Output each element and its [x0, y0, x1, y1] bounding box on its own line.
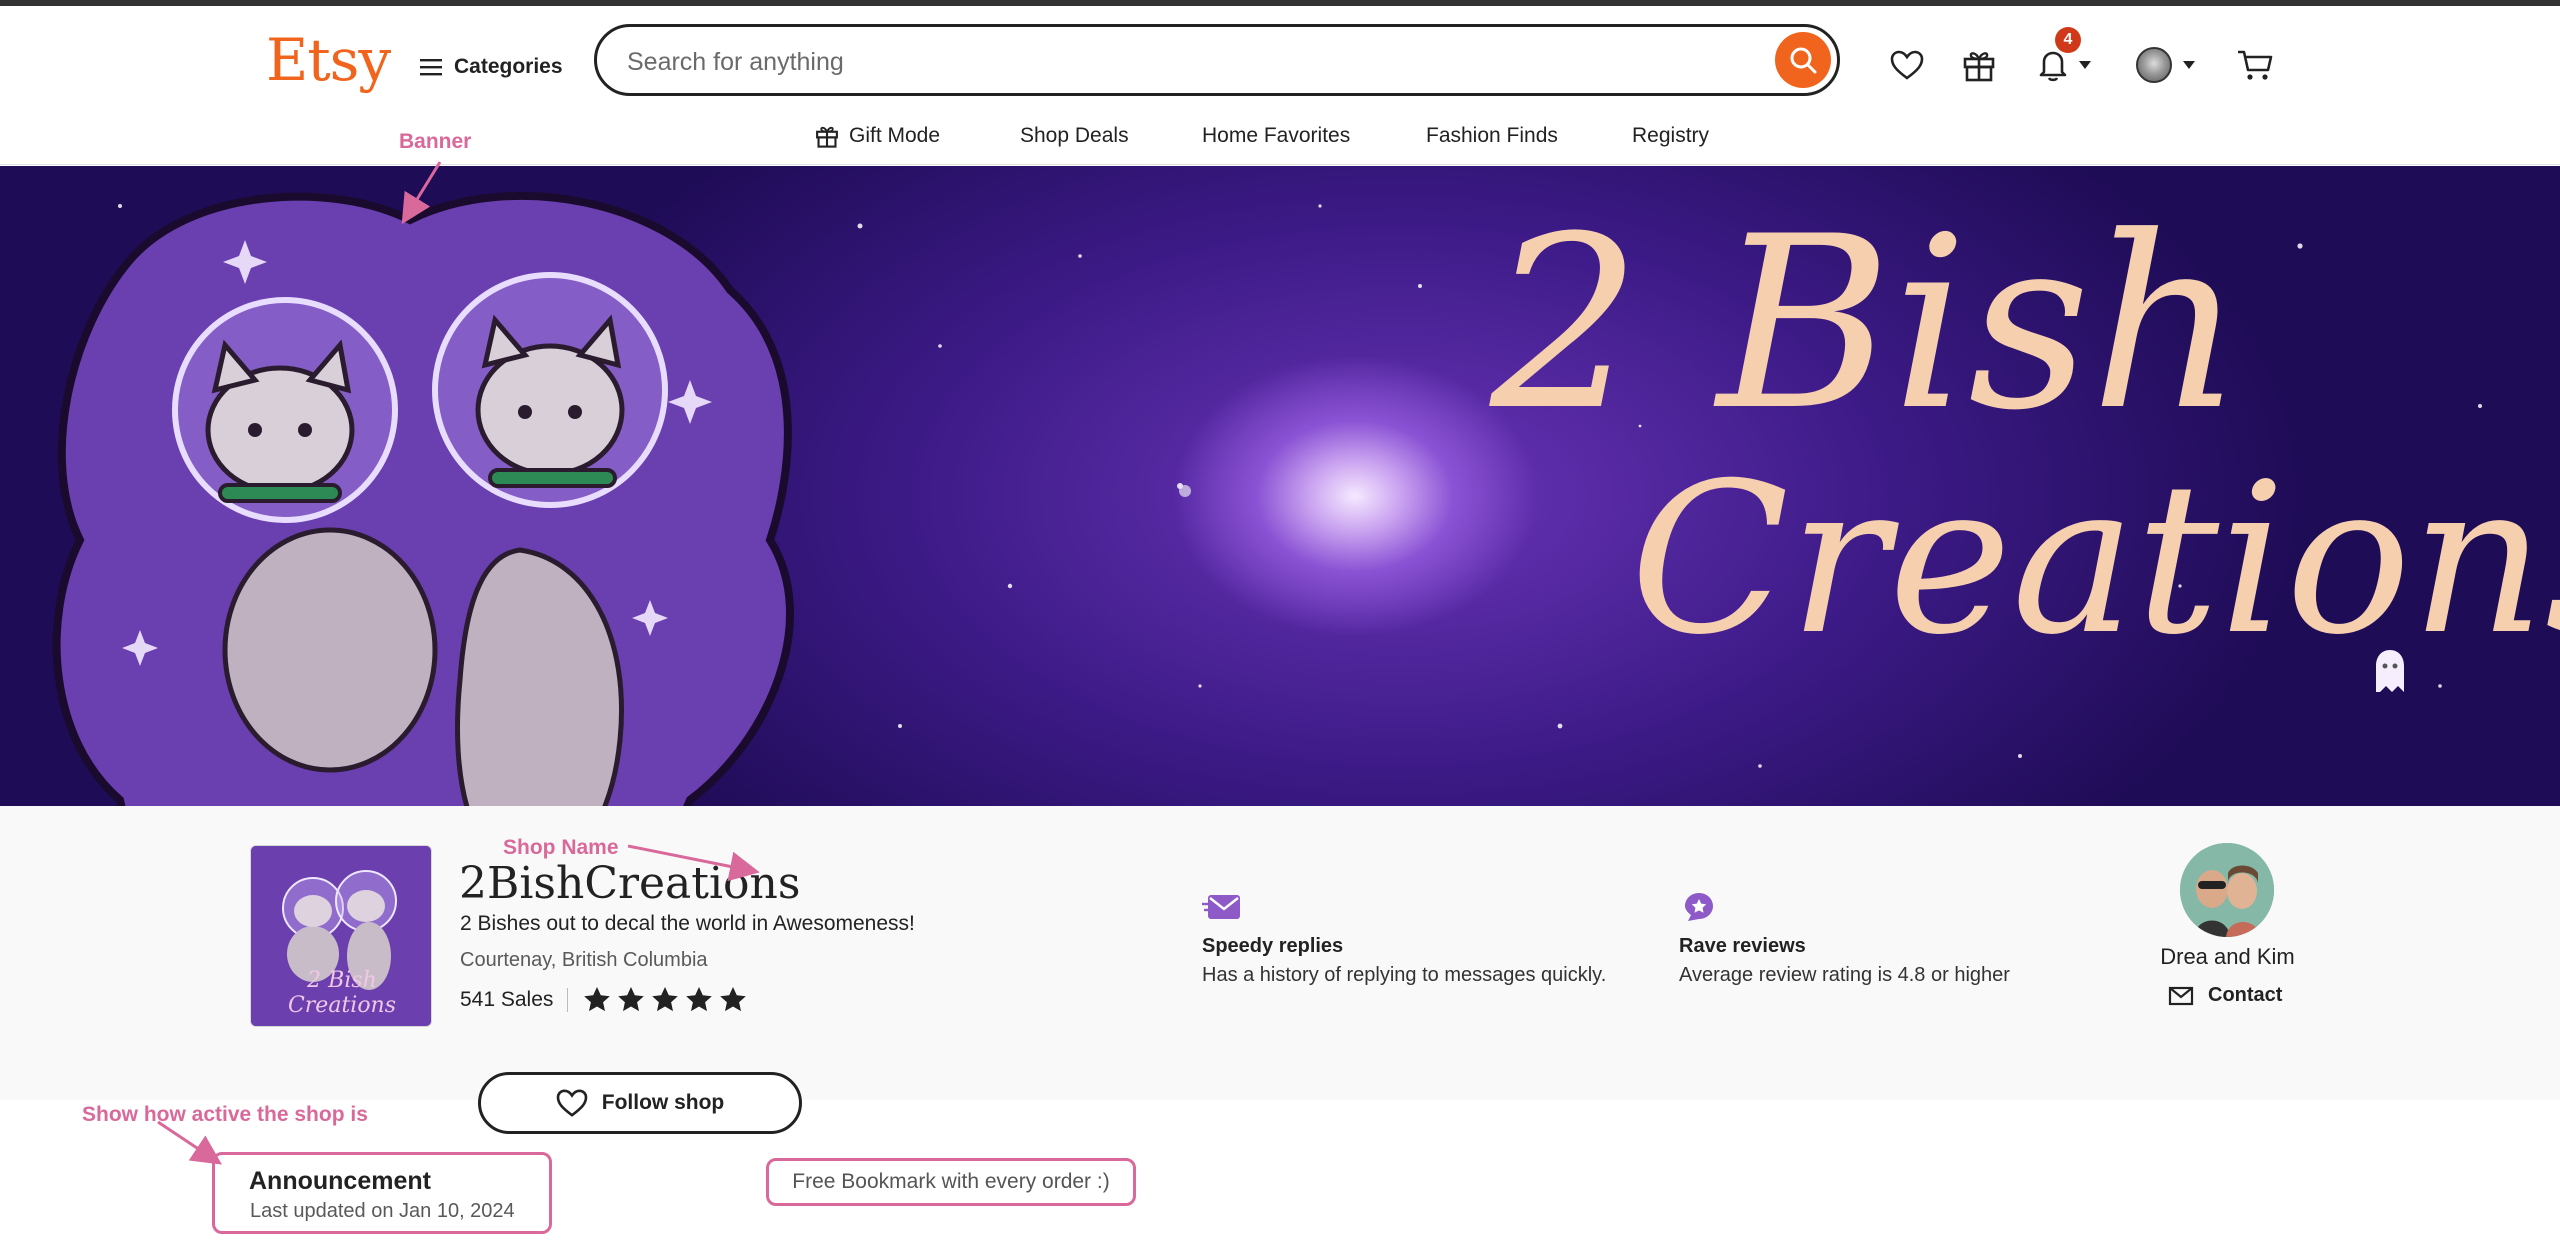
feature-rave-reviews: Rave reviews Average review rating is 4.…: [1679, 890, 2010, 987]
shop-name: 2BishCreations: [459, 858, 801, 909]
owner-name: Drea and Kim: [2160, 944, 2295, 969]
subnav-shop-deals[interactable]: Shop Deals: [1020, 118, 1129, 154]
hamburger-icon: [420, 59, 442, 76]
categories-button[interactable]: Categories: [420, 44, 563, 90]
site-header: Etsy Categories Search for anything 4 Gi…: [0, 6, 2560, 165]
arrow-activity: [157, 1120, 222, 1165]
owner-photo: [2180, 843, 2274, 937]
follow-shop-button[interactable]: Follow shop: [478, 1072, 802, 1134]
gift-button[interactable]: [1962, 42, 1996, 88]
sub-navigation: Gift Mode Shop Deals Home Favorites Fash…: [0, 118, 2560, 154]
follow-label: Follow shop: [601, 1091, 725, 1114]
divider: [567, 988, 569, 1012]
ghost-icon: [2376, 650, 2404, 692]
annotation-banner: Banner: [399, 130, 472, 153]
annotation-activity: Show how active the shop is: [82, 1103, 368, 1126]
envelope-icon: [2168, 986, 2194, 1005]
banner-title-line2: Creations: [1630, 439, 2560, 681]
shop-location: Courtenay, British Columbia: [460, 949, 708, 971]
subnav-label: Gift Mode: [849, 124, 941, 147]
etsy-logo[interactable]: Etsy: [266, 26, 391, 94]
subnav-registry[interactable]: Registry: [1632, 118, 1709, 154]
avatar: [2136, 47, 2172, 83]
categories-label: Categories: [454, 55, 563, 78]
announcement-title: Announcement: [249, 1167, 431, 1195]
owner-avatar[interactable]: [2180, 843, 2274, 937]
subnav-home-favorites[interactable]: Home Favorites: [1202, 118, 1350, 154]
contact-label: Contact: [2208, 984, 2283, 1006]
feature-title: Speedy replies: [1202, 935, 1344, 957]
caret-down-icon: [2183, 61, 2195, 69]
feature-description: Has a history of replying to messages qu…: [1202, 964, 1607, 986]
star-icon: [618, 987, 645, 1012]
notification-badge: 4: [2055, 27, 2081, 53]
cart-icon: [2238, 50, 2273, 80]
subnav-gift-mode[interactable]: Gift Mode: [815, 118, 940, 154]
contact-button[interactable]: Contact: [2168, 984, 2282, 1007]
heart-icon: [556, 1089, 588, 1117]
gift-icon: [1963, 52, 1995, 82]
star-badge-icon: [1685, 893, 1713, 921]
shop-sales-row: 541 Sales: [460, 985, 748, 1015]
star-icon: [652, 987, 679, 1012]
announcement-message: Free Bookmark with every order :): [766, 1158, 1136, 1206]
star-icon: [720, 987, 747, 1012]
sales-count: 541 Sales: [460, 988, 554, 1011]
astronaut-cats-illustration: [52, 192, 794, 806]
annotation-shop-name: Shop Name: [503, 836, 619, 859]
subnav-fashion-finds[interactable]: Fashion Finds: [1426, 118, 1558, 154]
search-button[interactable]: [1775, 32, 1831, 88]
feature-speedy-replies: Speedy replies Has a history of replying…: [1202, 890, 1606, 987]
star-icon: [584, 987, 611, 1012]
banner-title-line1: 2 Bish: [1490, 186, 2244, 463]
bell-icon: [2039, 51, 2067, 82]
envelope-speed-icon: [1202, 895, 1240, 919]
search-bar: [594, 24, 1840, 96]
feature-description: Average review rating is 4.8 or higher: [1679, 964, 2010, 986]
star-icon: [686, 987, 713, 1012]
shop-logo[interactable]: 2 Bish Creations: [250, 845, 432, 1027]
cart-button[interactable]: [2236, 42, 2274, 88]
caret-down-icon: [2079, 61, 2091, 69]
search-icon: [1790, 47, 1817, 74]
feature-title: Rave reviews: [1679, 935, 1806, 957]
shop-tagline: 2 Bishes out to decal the world in Aweso…: [460, 912, 915, 935]
favorites-button[interactable]: [1890, 42, 1924, 88]
rating-stars[interactable]: [582, 985, 748, 1015]
heart-icon: [1890, 50, 1924, 80]
account-button[interactable]: [2136, 42, 2196, 88]
search-input[interactable]: [625, 41, 1729, 83]
gift-icon: [816, 126, 838, 148]
shop-logo-text: 2 Bish Creations: [287, 968, 397, 1018]
announcement-updated: Last updated on Jan 10, 2024: [250, 1200, 515, 1222]
shop-banner: 2 Bish Creations: [0, 166, 2560, 806]
